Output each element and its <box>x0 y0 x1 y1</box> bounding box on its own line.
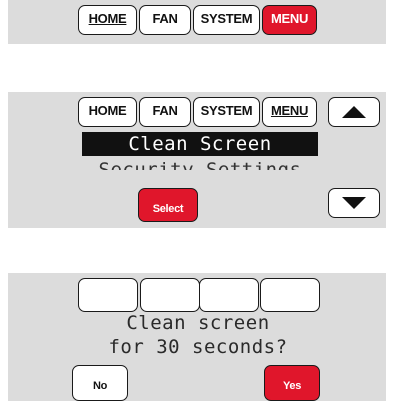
menu-button[interactable]: MENU <box>262 97 317 127</box>
home-button[interactable]: HOME <box>78 97 137 127</box>
fan-button[interactable]: FAN <box>139 5 191 35</box>
menu-button[interactable]: MENU <box>262 5 317 35</box>
yes-button[interactable]: Yes <box>264 365 320 401</box>
arrow-up-icon <box>342 106 366 118</box>
menu-item-security-settings[interactable]: Security Settings <box>82 156 318 170</box>
fan-button[interactable]: FAN <box>139 97 191 127</box>
blank-key-4[interactable] <box>260 278 320 312</box>
scroll-up-button[interactable] <box>328 97 380 127</box>
blank-key-2[interactable] <box>140 278 200 312</box>
system-button[interactable]: SYSTEM <box>193 5 260 35</box>
scroll-down-button[interactable] <box>328 188 380 218</box>
system-button[interactable]: SYSTEM <box>193 97 260 127</box>
no-button[interactable]: No <box>72 365 128 401</box>
arrow-down-icon <box>342 197 366 209</box>
confirm-prompt-line2: for 30 seconds? <box>108 336 288 358</box>
confirm-prompt-line1: Clean screen <box>126 312 270 334</box>
blank-key-3[interactable] <box>199 278 259 312</box>
blank-key-1[interactable] <box>78 278 138 312</box>
select-button[interactable]: Select <box>138 188 198 222</box>
menu-item-clean-screen[interactable]: Clean Screen <box>82 132 318 156</box>
home-button[interactable]: HOME <box>78 5 137 35</box>
